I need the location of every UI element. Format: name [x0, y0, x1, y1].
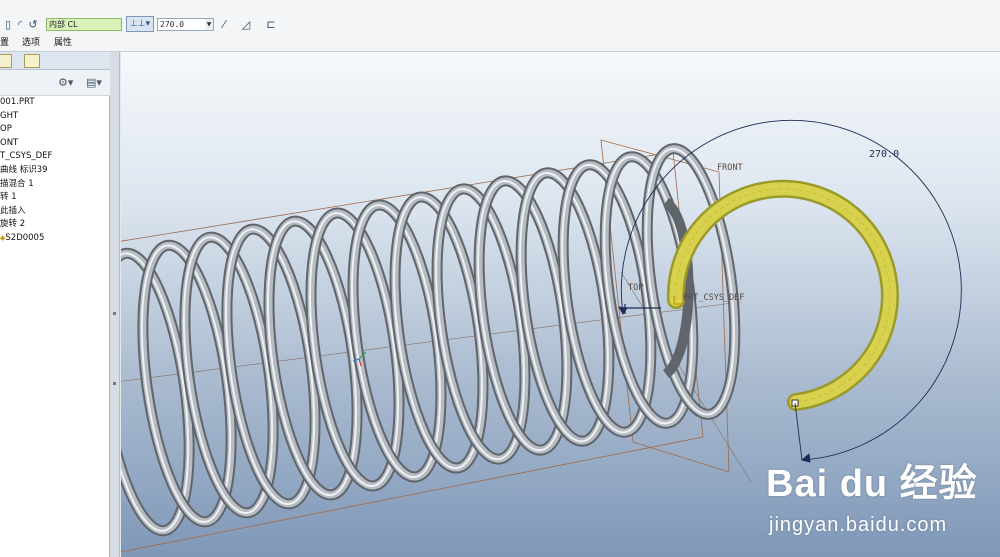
tree-item-label: 曲线 标识39 [0, 164, 48, 175]
tree-item-label: 此插入 [0, 205, 26, 216]
tree-columns-icon[interactable]: ▤▾ [86, 76, 102, 89]
tree-item-top[interactable]: OP [0, 123, 110, 137]
dashboard-menu: 置 选项 属性 [0, 36, 1000, 50]
tree-item-label: T_CSYS_DEF [0, 151, 53, 162]
thin-feature-icon[interactable]: ◿ [238, 16, 254, 32]
panel-sash[interactable] [110, 52, 120, 557]
tree-item-label: OP [0, 124, 12, 135]
tree-item-sweep-blend[interactable]: 描混合 1 [0, 178, 110, 192]
angle-type-button[interactable]: ⊥⊥▾ [126, 16, 154, 32]
tree-item-label: 001.PRT [0, 97, 35, 107]
sash-grip-icon [113, 382, 116, 385]
angle-type-icon: ⊥⊥▾ [129, 19, 151, 29]
tree-item-insert-here[interactable]: 此插入 [0, 205, 110, 219]
angle-value-input[interactable]: 270.0 [157, 18, 207, 31]
menu-properties[interactable]: 属性 [54, 36, 72, 50]
baidu-watermark: Bai du 经验 jingyan.baidu.com [766, 452, 1000, 557]
tree-item-label: GHT [0, 110, 19, 121]
tree-item-label: ONT [0, 137, 19, 148]
tree-item-label: 转 1 [0, 192, 17, 203]
baidu-url: jingyan.baidu.com [769, 514, 948, 536]
tree-item-label: 旋转 2 [0, 219, 26, 230]
tree-toolbar: ⚙▾ ▤▾ [0, 70, 110, 96]
tree-item-csys[interactable]: T_CSYS_DEF [0, 150, 110, 164]
datum-reference-field[interactable]: 内部 CL [46, 18, 122, 31]
menu-options[interactable]: 选项 [22, 36, 40, 50]
baidu-logo: Bai du 经验 [766, 463, 978, 505]
tree-item-revolve-1[interactable]: 转 1 [0, 191, 110, 205]
dashboard: ▯ ◜ ↺ 内部 CL ⊥⊥▾ 270.0 ▼ ⁄ ◿ ⊏ 置 选项 属性 [0, 0, 1000, 52]
dashboard-toolbar: ▯ ◜ ↺ 内部 CL ⊥⊥▾ 270.0 ▼ ⁄ ◿ ⊏ [0, 13, 1000, 35]
model-tree-list: 001.PRT GHT OP ONT T_CSYS_DEF 曲线 标识39 描混… [0, 96, 110, 246]
spring-body[interactable] [121, 143, 749, 537]
tree-item-right[interactable]: GHT [0, 110, 110, 124]
tree-item-label: 描混合 1 [0, 178, 34, 189]
folder-tab-icon[interactable] [0, 54, 12, 68]
tree-tabs [0, 52, 110, 70]
tree-settings-icon[interactable]: ⚙▾ [58, 76, 73, 89]
angle-dropdown-icon[interactable]: ▼ [205, 18, 214, 31]
tree-item-curve[interactable]: 曲线 标识39 [0, 164, 110, 178]
flip-direction-icon[interactable]: ⁄ [216, 16, 232, 32]
tree-item-part[interactable]: 001.PRT [0, 96, 110, 110]
tree-item-label: S2D0005 [5, 232, 45, 243]
datum-label-top[interactable]: TOP [628, 283, 643, 293]
graphics-area[interactable]: 270.0 FRONT TOP PRT_CSYS_DEF Bai du 经验 j… [121, 52, 1000, 557]
rotate-icon[interactable]: ↺ [25, 16, 41, 32]
menu-placement[interactable]: 置 [0, 36, 9, 50]
datum-label-front[interactable]: FRONT [717, 163, 743, 173]
sketch-icon[interactable]: ⊏ [263, 16, 279, 32]
tree-item-front[interactable]: ONT [0, 137, 110, 151]
model-tree-panel: ⚙▾ ▤▾ 001.PRT GHT OP ONT T_CSYS_DEF 曲线 标… [0, 52, 110, 557]
tree-item-section[interactable]: ◆S2D0005 [0, 232, 110, 246]
favorites-tab-icon[interactable] [24, 54, 40, 68]
dimension-label[interactable]: 270.0 [869, 149, 899, 160]
tree-item-revolve-2[interactable]: 旋转 2 [0, 218, 110, 232]
sash-grip-icon [113, 312, 116, 315]
datum-label-csys[interactable]: PRT_CSYS_DEF [683, 293, 744, 303]
